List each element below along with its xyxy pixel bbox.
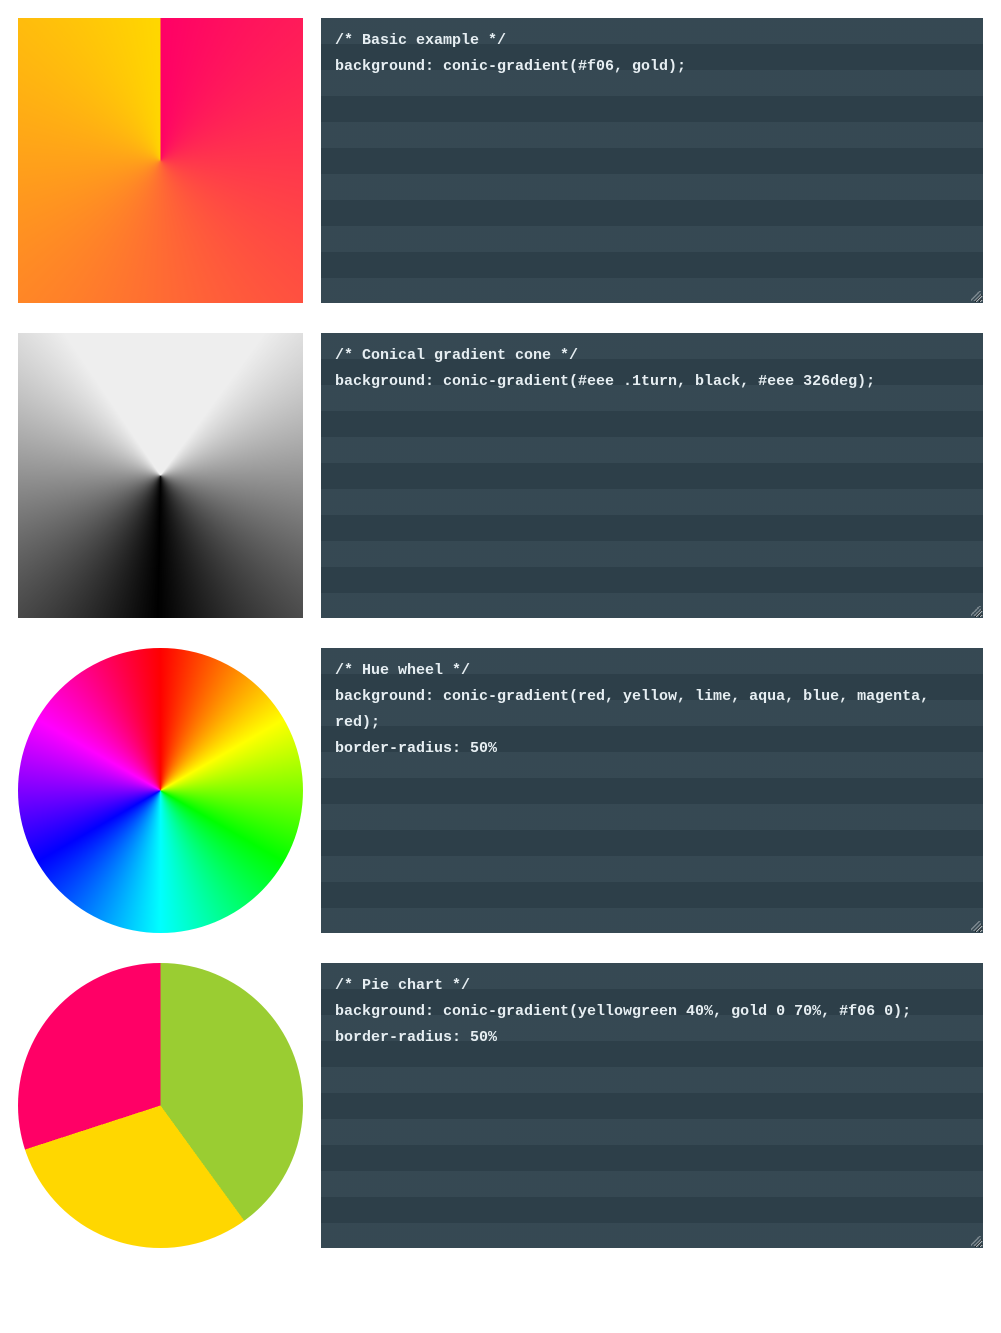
code-hue-wheel[interactable]: /* Hue wheel */ background: conic-gradie… [321, 648, 983, 933]
example-hue-wheel: /* Hue wheel */ background: conic-gradie… [18, 648, 983, 933]
code-basic[interactable]: /* Basic example */ background: conic-gr… [321, 18, 983, 303]
example-basic: /* Basic example */ background: conic-gr… [18, 18, 983, 303]
swatch-cone [18, 333, 303, 618]
example-cone: /* Conical gradient cone */ background: … [18, 333, 983, 618]
swatch-pie-chart [18, 963, 303, 1248]
code-cone[interactable]: /* Conical gradient cone */ background: … [321, 333, 983, 618]
swatch-hue-wheel [18, 648, 303, 933]
swatch-basic [18, 18, 303, 303]
example-pie-chart: /* Pie chart */ background: conic-gradie… [18, 963, 983, 1248]
code-pie-chart[interactable]: /* Pie chart */ background: conic-gradie… [321, 963, 983, 1248]
